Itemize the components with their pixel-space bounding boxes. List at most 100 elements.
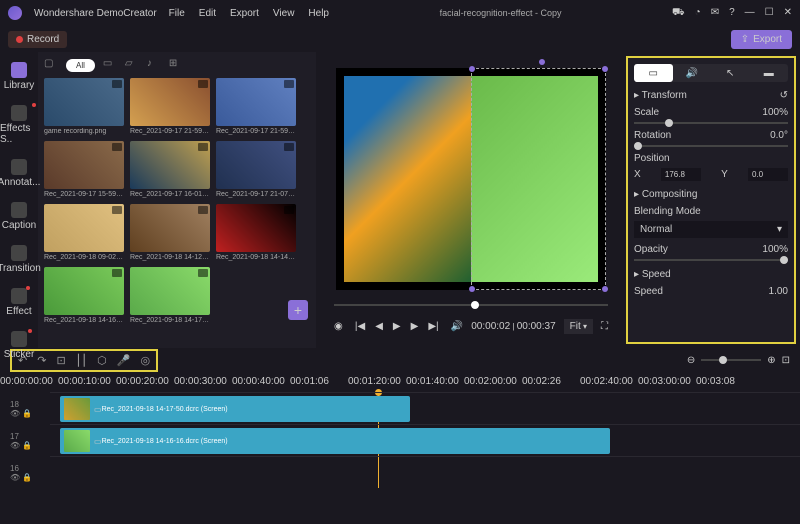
menu-help[interactable]: Help — [308, 8, 329, 19]
zoom-fit-icon[interactable]: ⊡ — [782, 355, 790, 366]
ruler-tick: 00:01:40:00 — [406, 376, 459, 387]
thumbnail[interactable]: Rec_2021-09-17 21-59-57... — [130, 78, 210, 135]
thumbnail[interactable]: Rec_2021-09-18 14-16-16... — [44, 267, 124, 324]
tab-image-icon[interactable]: ▱ — [125, 58, 139, 72]
thumbnail[interactable]: Rec_2021-09-17 15-59-33... — [44, 141, 124, 198]
menu-file[interactable]: File — [169, 8, 185, 19]
y-input[interactable] — [748, 168, 788, 181]
thumbnail[interactable]: Rec_2021-09-18 14-17-50... — [130, 267, 210, 324]
rotation-slider[interactable] — [634, 145, 788, 147]
redo-icon[interactable]: ↷ — [37, 354, 46, 367]
ruler-tick: 00:01:06 — [290, 376, 329, 387]
mail-icon[interactable]: ✉ — [711, 7, 719, 20]
export-button[interactable]: ⇪ Export — [731, 30, 792, 49]
crop-icon[interactable]: ⊡ — [56, 354, 65, 367]
zoom-out-icon[interactable]: ⊖ — [687, 355, 695, 366]
speed-value: 1.00 — [769, 286, 788, 297]
transform-title[interactable]: ▸ Transform — [634, 90, 687, 101]
close-icon[interactable]: ✕ — [784, 7, 792, 20]
folder-icon[interactable]: ▢ — [44, 58, 58, 72]
blend-select[interactable]: Normal▾ — [634, 221, 788, 238]
sidebar-effectss[interactable]: Effects S.. — [0, 105, 38, 145]
x-input[interactable] — [661, 168, 701, 181]
zoom-in-icon[interactable]: ⊕ — [767, 355, 775, 366]
help-icon[interactable]: ? — [729, 7, 735, 20]
user-icon[interactable]: ◔ — [695, 7, 701, 20]
tab-audio-icon[interactable]: ♪ — [147, 58, 161, 72]
sidebar-transition[interactable]: Transition — [0, 245, 41, 274]
tab-more-icon[interactable]: ⊞ — [169, 58, 183, 72]
step-back-icon[interactable]: ◀ — [375, 321, 383, 332]
menu-view[interactable]: View — [273, 8, 295, 19]
thumbnail[interactable]: Rec_2021-09-17 21-07-10... — [216, 141, 296, 198]
mic-icon[interactable]: 🎤 — [117, 354, 131, 367]
menu-edit[interactable]: Edit — [199, 8, 216, 19]
handle-br[interactable] — [602, 286, 608, 292]
track-row[interactable]: 16👁 🔒 — [50, 456, 800, 488]
cart-icon[interactable]: ⛟ — [672, 7, 685, 20]
compositing-title[interactable]: ▸ Compositing — [634, 189, 697, 200]
thumb-label: Rec_2021-09-18 14-14-47... — [216, 254, 296, 261]
snapshot-icon[interactable]: ◉ — [334, 321, 343, 332]
sidebar-label: Library — [4, 80, 35, 91]
split-icon[interactable]: ⎮⎮ — [76, 354, 87, 367]
timeline-ruler[interactable]: 00:00:00:0000:00:10:0000:00:20:0000:00:3… — [0, 372, 800, 392]
thumbnail[interactable]: Rec_2021-09-18 14-14-47... — [216, 204, 296, 261]
opacity-slider[interactable] — [634, 259, 788, 261]
track-row[interactable]: 17👁 🔒▭ Rec_2021-09-18 14-16-16.dcrc (Scr… — [50, 424, 800, 456]
menu-export[interactable]: Export — [230, 8, 259, 19]
add-media-button[interactable]: + — [288, 300, 308, 320]
sidebar-library[interactable]: Library — [4, 62, 35, 91]
video-badge-icon — [112, 206, 122, 214]
timeline-clip[interactable]: ▭ Rec_2021-09-18 14-16-16.dcrc (Screen) — [60, 428, 610, 454]
step-fwd-icon[interactable]: ▶ — [411, 321, 419, 332]
video-badge-icon — [112, 143, 122, 151]
thumbnail[interactable]: Rec_2021-09-17 16-01-54... — [130, 141, 210, 198]
video-badge-icon — [284, 80, 294, 88]
settings-icon[interactable]: ◎ — [140, 354, 150, 367]
minimize-icon[interactable]: — — [745, 7, 755, 20]
prop-tab-video[interactable]: ▭ — [634, 64, 673, 82]
maximize-icon[interactable]: ☐ — [765, 7, 774, 20]
preview-progress[interactable] — [334, 298, 608, 312]
marker-icon[interactable]: ⬡ — [97, 354, 107, 367]
prop-tab-cursor[interactable]: ↖ — [711, 64, 750, 82]
fit-dropdown[interactable]: Fit ▾ — [564, 319, 593, 334]
thumbnail[interactable]: Rec_2021-09-18 09-02-03... — [44, 204, 124, 261]
sidebar-sticker[interactable]: Sticker — [4, 331, 35, 360]
next-icon[interactable]: ▶| — [428, 321, 438, 332]
time-display: 00:00:02 | 00:00:37 — [471, 321, 555, 332]
thumbnail[interactable]: game recording.png — [44, 78, 124, 135]
tab-all[interactable]: All — [66, 59, 95, 72]
prev-icon[interactable]: |◀ — [355, 321, 365, 332]
handle-rotate[interactable] — [539, 59, 545, 65]
prop-tab-audio[interactable]: 🔊 — [673, 64, 712, 82]
reset-icon[interactable]: ↺ — [780, 90, 788, 101]
sidebar-caption[interactable]: Caption — [2, 202, 36, 231]
timeline: 00:00:00:0000:00:10:0000:00:20:0000:00:3… — [0, 372, 800, 522]
speed-title[interactable]: ▸ Speed — [634, 269, 671, 280]
tab-video-icon[interactable]: ▭ — [103, 58, 117, 72]
sidebar-label: Sticker — [4, 349, 35, 360]
volume-icon[interactable]: 🔊 — [451, 321, 463, 332]
handle-tl[interactable] — [469, 66, 475, 72]
sidebar-annotat[interactable]: Annotat... — [0, 159, 40, 188]
thumbnail[interactable]: Rec_2021-09-17 21-59-57... — [216, 78, 296, 135]
scale-slider[interactable] — [634, 122, 788, 124]
record-button[interactable]: Record — [8, 31, 67, 48]
track-row[interactable]: 18👁 🔒▭ Rec_2021-09-18 14-17-50.dcrc (Scr… — [50, 392, 800, 424]
selection-box[interactable] — [471, 68, 606, 290]
prop-tab-annotate[interactable]: ▬ — [750, 64, 789, 82]
thumbnail[interactable]: Rec_2021-09-18 14-12-23... — [130, 204, 210, 261]
timeline-clip[interactable]: ▭ Rec_2021-09-18 14-17-50.dcrc (Screen) — [60, 396, 410, 422]
sidebar-effect[interactable]: Effect — [6, 288, 31, 317]
preview-canvas[interactable] — [336, 68, 606, 290]
video-badge-icon — [284, 206, 294, 214]
zoom-slider[interactable] — [701, 359, 761, 361]
ruler-tick: 00:00:40:00 — [232, 376, 285, 387]
app-name: Wondershare DemoCreator — [34, 8, 157, 19]
handle-tr[interactable] — [602, 66, 608, 72]
play-icon[interactable]: ▶ — [393, 321, 401, 332]
fullscreen-icon[interactable]: ⛶ — [601, 321, 608, 332]
handle-bl[interactable] — [469, 286, 475, 292]
